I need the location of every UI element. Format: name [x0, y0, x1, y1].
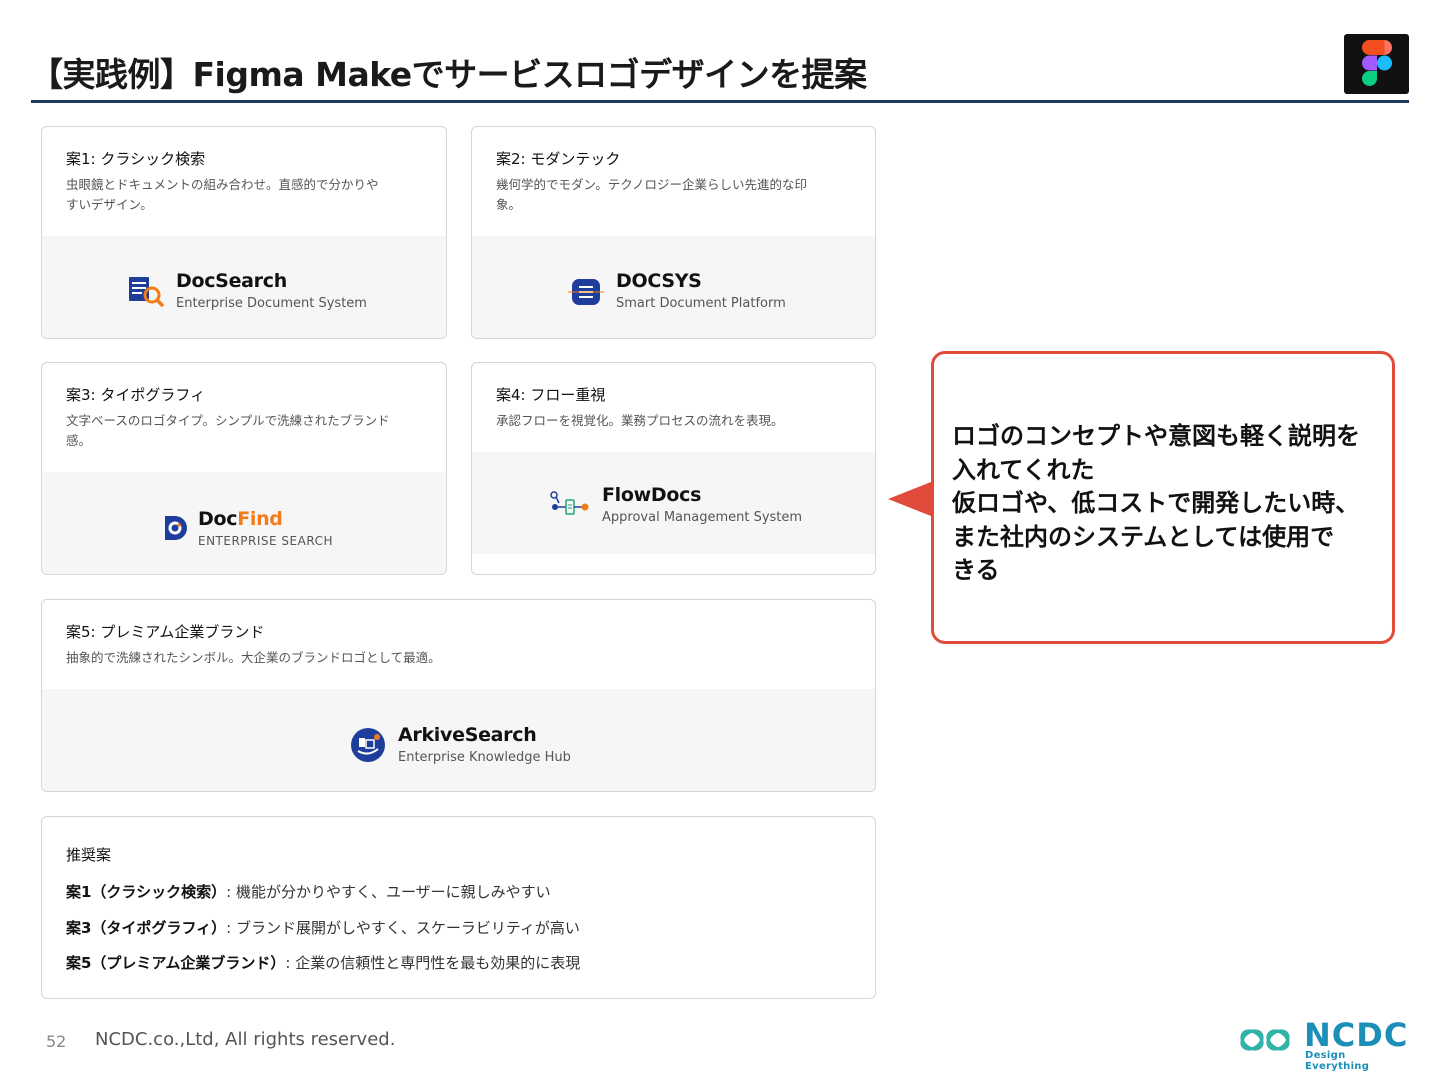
- logo-preview: DocSearch Enterprise Document System: [42, 236, 446, 338]
- brand-tagline: Design Everything: [1305, 1050, 1370, 1072]
- proposal-desc-line: 象。: [496, 197, 522, 212]
- proposal-desc: 抽象的で洗練されたシンボル。大企業のブランドロゴとして最適。: [66, 648, 851, 668]
- proposal-card-2[interactable]: 案2: モダンテック 幾何学的でモダン。テクノロジー企業らしい先進的な印 象。 …: [471, 126, 876, 339]
- proposal-title: 案1: クラシック検索: [66, 150, 206, 168]
- recommendation-label: 案1（クラシック検索）: [66, 883, 227, 901]
- callout-text: ロゴのコンセプトや意図も軽く説明を 入れてくれた 仮ロゴや、低コストで開発したい…: [952, 420, 1382, 588]
- recommendation-item: 案5（プレミアム企業ブランド）: 企業の信頼性と専門性を最も効果的に表現: [66, 952, 580, 973]
- proposal-card-1[interactable]: 案1: クラシック検索 虫眼鏡とドキュメントの組み合わせ。直感的で分かりや すい…: [41, 126, 447, 339]
- logo-subtitle: Smart Document Platform: [616, 296, 786, 311]
- proposal-desc-line: 抽象的で洗練されたシンボル。大企業のブランドロゴとして最適。: [66, 650, 441, 665]
- arkivesearch-logo: ArkiveSearch Enterprise Knowledge Hub: [350, 724, 571, 765]
- copyright: NCDC.co.,Ltd, All rights reserved.: [95, 1029, 396, 1050]
- recommendation-label: 案3（タイポグラフィ）: [66, 919, 227, 937]
- speech-callout: ロゴのコンセプトや意図も軽く説明を 入れてくれた 仮ロゴや、低コストで開発したい…: [931, 351, 1395, 644]
- proposal-desc-line: すいデザイン。: [66, 197, 153, 212]
- d-target-icon: [165, 516, 187, 540]
- callout-line: 入れてくれた: [952, 455, 1095, 484]
- brand-name: NCDC: [1304, 1016, 1409, 1054]
- logo-name: DocSearch: [176, 270, 287, 292]
- logo-preview: FlowDocs Approval Management System: [472, 452, 875, 554]
- proposal-title: 案3: タイポグラフィ: [66, 386, 206, 404]
- proposal-card-4[interactable]: 案4: フロー重視 承認フローを視覚化。業務プロセスの流れを表現。 FlowDo…: [471, 362, 876, 575]
- ncdc-brand-logo: NCDC Design Everything: [1238, 1016, 1413, 1072]
- proposal-title: 案2: モダンテック: [496, 150, 621, 168]
- proposal-desc-line: 虫眼鏡とドキュメントの組み合わせ。直感的で分かりや: [66, 177, 379, 192]
- proposal-title: 案5: プレミアム企業ブランド: [66, 623, 265, 641]
- docfind-logo: DocFind ENTERPRISE SEARCH: [160, 508, 333, 548]
- logo-preview: ArkiveSearch Enterprise Knowledge Hub: [42, 689, 875, 791]
- recommendation-text: : 企業の信頼性と専門性を最も効果的に表現: [285, 954, 581, 972]
- proposal-card-5[interactable]: 案5: プレミアム企業ブランド 抽象的で洗練されたシンボル。大企業のブランドロゴ…: [41, 599, 876, 792]
- recommendation-card: 推奨案 案1（クラシック検索）: 機能が分かりやすく、ユーザーに親しみやすい 案…: [41, 816, 876, 999]
- proposal-desc-line: 承認フローを視覚化。業務プロセスの流れを表現。: [496, 413, 784, 428]
- callout-line: ロゴのコンセプトや意図も軽く説明を: [952, 422, 1360, 450]
- recommendation-label: 案5（プレミアム企業ブランド）: [66, 954, 286, 972]
- logo-name: DOCSYS: [616, 270, 702, 292]
- docsearch-logo: DocSearch Enterprise Document System: [128, 270, 367, 311]
- callout-line: 仮ロゴや、低コストで開発したい時、: [952, 489, 1360, 517]
- ncdc-knot-icon: [1240, 1029, 1290, 1051]
- proposal-desc: 幾何学的でモダン。テクノロジー企業らしい先進的な印 象。: [496, 175, 851, 215]
- proposal-desc: 虫眼鏡とドキュメントの組み合わせ。直感的で分かりや すいデザイン。: [66, 175, 422, 215]
- proposal-desc-line: 幾何学的でモダン。テクノロジー企業らしい先進的な印: [496, 177, 808, 192]
- callout-line: また社内のシステムとしては使用で: [952, 522, 1335, 551]
- logo-name-part: Doc: [198, 508, 238, 530]
- logo-subtitle: ENTERPRISE SEARCH: [198, 534, 333, 548]
- docsys-logo: DOCSYS Smart Document Platform: [568, 270, 786, 311]
- flowdocs-logo: FlowDocs Approval Management System: [550, 484, 802, 525]
- logo-subtitle: Enterprise Document System: [176, 296, 367, 311]
- logo-preview: DocFind ENTERPRISE SEARCH: [42, 472, 446, 574]
- proposal-desc-line: 感。: [66, 433, 92, 448]
- logo-name: FlowDocs: [602, 484, 702, 506]
- proposal-title: 案4: フロー重視: [496, 386, 606, 404]
- proposal-desc-line: 文字ベースのロゴタイプ。シンプルで洗練されたブランド: [66, 413, 390, 428]
- recommendation-text: : ブランド展開がしやすく、スケーラビリティが高い: [226, 919, 580, 937]
- page-title: 【実践例】Figma Makeでサービスロゴデザインを提案: [30, 55, 867, 94]
- flow-nodes-icon: [550, 490, 589, 515]
- proposal-card-3[interactable]: 案3: タイポグラフィ 文字ベースのロゴタイプ。シンプルで洗練されたブランド 感…: [41, 362, 447, 575]
- title-divider: [31, 100, 1409, 103]
- rounded-square-document-icon: [568, 278, 604, 305]
- page-number: 52: [46, 1032, 67, 1051]
- circle-emblem-icon: [351, 727, 385, 762]
- recommendation-heading: 推奨案: [66, 846, 112, 864]
- proposal-desc: 承認フローを視覚化。業務プロセスの流れを表現。: [496, 411, 851, 431]
- logo-subtitle: Enterprise Knowledge Hub: [398, 750, 571, 765]
- recommendation-text: : 機能が分かりやすく、ユーザーに親しみやすい: [226, 883, 551, 901]
- recommendation-item: 案3（タイポグラフィ）: ブランド展開がしやすく、スケーラビリティが高い: [66, 917, 580, 938]
- logo-name: DocFind: [198, 508, 333, 530]
- logo-subtitle: Approval Management System: [602, 510, 803, 525]
- logo-name: ArkiveSearch: [398, 724, 537, 746]
- logo-preview: DOCSYS Smart Document Platform: [472, 236, 875, 338]
- recommendation-item: 案1（クラシック検索）: 機能が分かりやすく、ユーザーに親しみやすい: [66, 881, 551, 902]
- proposal-desc: 文字ベースのロゴタイプ。シンプルで洗練されたブランド 感。: [66, 411, 422, 451]
- logo-name-accent: Find: [237, 508, 283, 530]
- callout-pointer: [888, 480, 936, 518]
- callout-line: きる: [952, 556, 1000, 584]
- figma-logo-icon: [1344, 34, 1409, 94]
- document-magnifier-icon: [129, 276, 164, 307]
